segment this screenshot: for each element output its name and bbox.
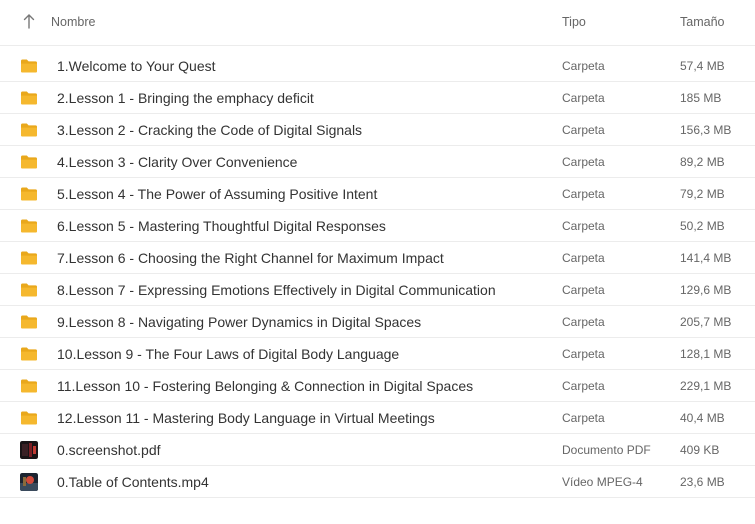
folder-icon xyxy=(20,153,38,171)
file-row[interactable]: 0.screenshot.pdf Documento PDF 409 KB xyxy=(0,434,755,466)
folder-icon xyxy=(20,409,38,427)
file-type: Carpeta xyxy=(562,59,605,73)
folder-icon xyxy=(20,217,38,235)
file-type: Carpeta xyxy=(562,219,605,233)
file-name[interactable]: 1.Welcome to Your Quest xyxy=(57,58,216,74)
folder-icon xyxy=(20,377,38,395)
file-size: 128,1 MB xyxy=(680,347,732,361)
folder-icon xyxy=(20,57,38,75)
file-size: 50,2 MB xyxy=(680,219,725,233)
column-header-row: Nombre Tipo Tamaño xyxy=(0,0,755,46)
video-thumbnail-icon xyxy=(20,473,38,491)
file-type: Carpeta xyxy=(562,411,605,425)
file-list: Nombre Tipo Tamaño 1.Welcome to Your Que… xyxy=(0,0,755,524)
folder-icon xyxy=(20,281,38,299)
file-type: Carpeta xyxy=(562,315,605,329)
folder-icon xyxy=(20,313,38,331)
file-size: 409 KB xyxy=(680,443,720,457)
file-type: Carpeta xyxy=(562,155,605,169)
file-row[interactable]: 4.Lesson 3 - Clarity Over Convenience Car… xyxy=(0,146,755,178)
file-type: Carpeta xyxy=(562,187,605,201)
folder-icon xyxy=(20,185,38,203)
file-type: Vídeo MPEG-4 xyxy=(562,475,643,489)
file-size: 185 MB xyxy=(680,91,722,105)
file-name[interactable]: 12.Lesson 11 - Mastering Body Language i… xyxy=(57,410,435,426)
file-name[interactable]: 6.Lesson 5 - Mastering Thoughtful Digita… xyxy=(57,218,386,234)
file-name[interactable]: 11.Lesson 10 - Fostering Belonging & Con… xyxy=(57,378,473,394)
pdf-thumbnail-icon xyxy=(20,441,38,459)
column-name-header[interactable]: Nombre xyxy=(51,15,95,29)
file-name[interactable]: 7.Lesson 6 - Choosing the Right Channel … xyxy=(57,250,444,266)
file-row[interactable]: 1.Welcome to Your Quest Carpeta 57,4 MB xyxy=(0,50,755,82)
file-row[interactable]: 3.Lesson 2 - Cracking the Code of Digita… xyxy=(0,114,755,146)
file-type: Carpeta xyxy=(562,379,605,393)
folder-icon xyxy=(20,89,38,107)
file-name[interactable]: 3.Lesson 2 - Cracking the Code of Digita… xyxy=(57,122,362,138)
file-row[interactable]: 2.Lesson 1 - Bringing the emphacy defici… xyxy=(0,82,755,114)
column-size-header[interactable]: Tamaño xyxy=(680,15,724,29)
file-row[interactable]: 12.Lesson 11 - Mastering Body Language i… xyxy=(0,402,755,434)
file-row[interactable]: 0.Table of Contents.mp4 Vídeo MPEG-4 23,6 … xyxy=(0,466,755,498)
file-name[interactable]: 8.Lesson 7 - Expressing Emotions Effecti… xyxy=(57,282,496,298)
file-size: 79,2 MB xyxy=(680,187,725,201)
file-name[interactable]: 9.Lesson 8 - Navigating Power Dynamics i… xyxy=(57,314,421,330)
file-row[interactable]: 5.Lesson 4 - The Power of Assuming Posit… xyxy=(0,178,755,210)
file-name[interactable]: 0.Table of Contents.mp4 xyxy=(57,474,209,490)
file-type: Documento PDF xyxy=(562,443,651,457)
column-type-header[interactable]: Tipo xyxy=(562,15,586,29)
file-type: Carpeta xyxy=(562,91,605,105)
file-size: 141,4 MB xyxy=(680,251,732,265)
file-type: Carpeta xyxy=(562,347,605,361)
file-row[interactable]: 11.Lesson 10 - Fostering Belonging & Con… xyxy=(0,370,755,402)
file-row[interactable]: 6.Lesson 5 - Mastering Thoughtful Digita… xyxy=(0,210,755,242)
file-size: 89,2 MB xyxy=(680,155,725,169)
file-name[interactable]: 4.Lesson 3 - Clarity Over Convenience xyxy=(57,154,297,170)
arrow-up-icon[interactable] xyxy=(22,12,36,30)
file-type: Carpeta xyxy=(562,251,605,265)
file-row[interactable]: 10.Lesson 9 - The Four Laws of Digital B… xyxy=(0,338,755,370)
file-row[interactable]: 9.Lesson 8 - Navigating Power Dynamics i… xyxy=(0,306,755,338)
file-size: 229,1 MB xyxy=(680,379,732,393)
file-name[interactable]: 10.Lesson 9 - The Four Laws of Digital B… xyxy=(57,346,399,362)
file-name[interactable]: 2.Lesson 1 - Bringing the emphacy defici… xyxy=(57,90,314,106)
file-size: 57,4 MB xyxy=(680,59,725,73)
file-size: 23,6 MB xyxy=(680,475,725,489)
file-name[interactable]: 0.screenshot.pdf xyxy=(57,442,161,458)
file-type: Carpeta xyxy=(562,283,605,297)
file-size: 156,3 MB xyxy=(680,123,732,137)
folder-icon xyxy=(20,249,38,267)
folder-icon xyxy=(20,345,38,363)
folder-icon xyxy=(20,121,38,139)
file-type: Carpeta xyxy=(562,123,605,137)
file-rows: 1.Welcome to Your Quest Carpeta 57,4 MB 2.L… xyxy=(0,50,755,498)
file-row[interactable]: 8.Lesson 7 - Expressing Emotions Effecti… xyxy=(0,274,755,306)
file-size: 129,6 MB xyxy=(680,283,732,297)
file-row[interactable]: 7.Lesson 6 - Choosing the Right Channel … xyxy=(0,242,755,274)
file-name[interactable]: 5.Lesson 4 - The Power of Assuming Posit… xyxy=(57,186,377,202)
file-size: 40,4 MB xyxy=(680,411,725,425)
file-size: 205,7 MB xyxy=(680,315,732,329)
